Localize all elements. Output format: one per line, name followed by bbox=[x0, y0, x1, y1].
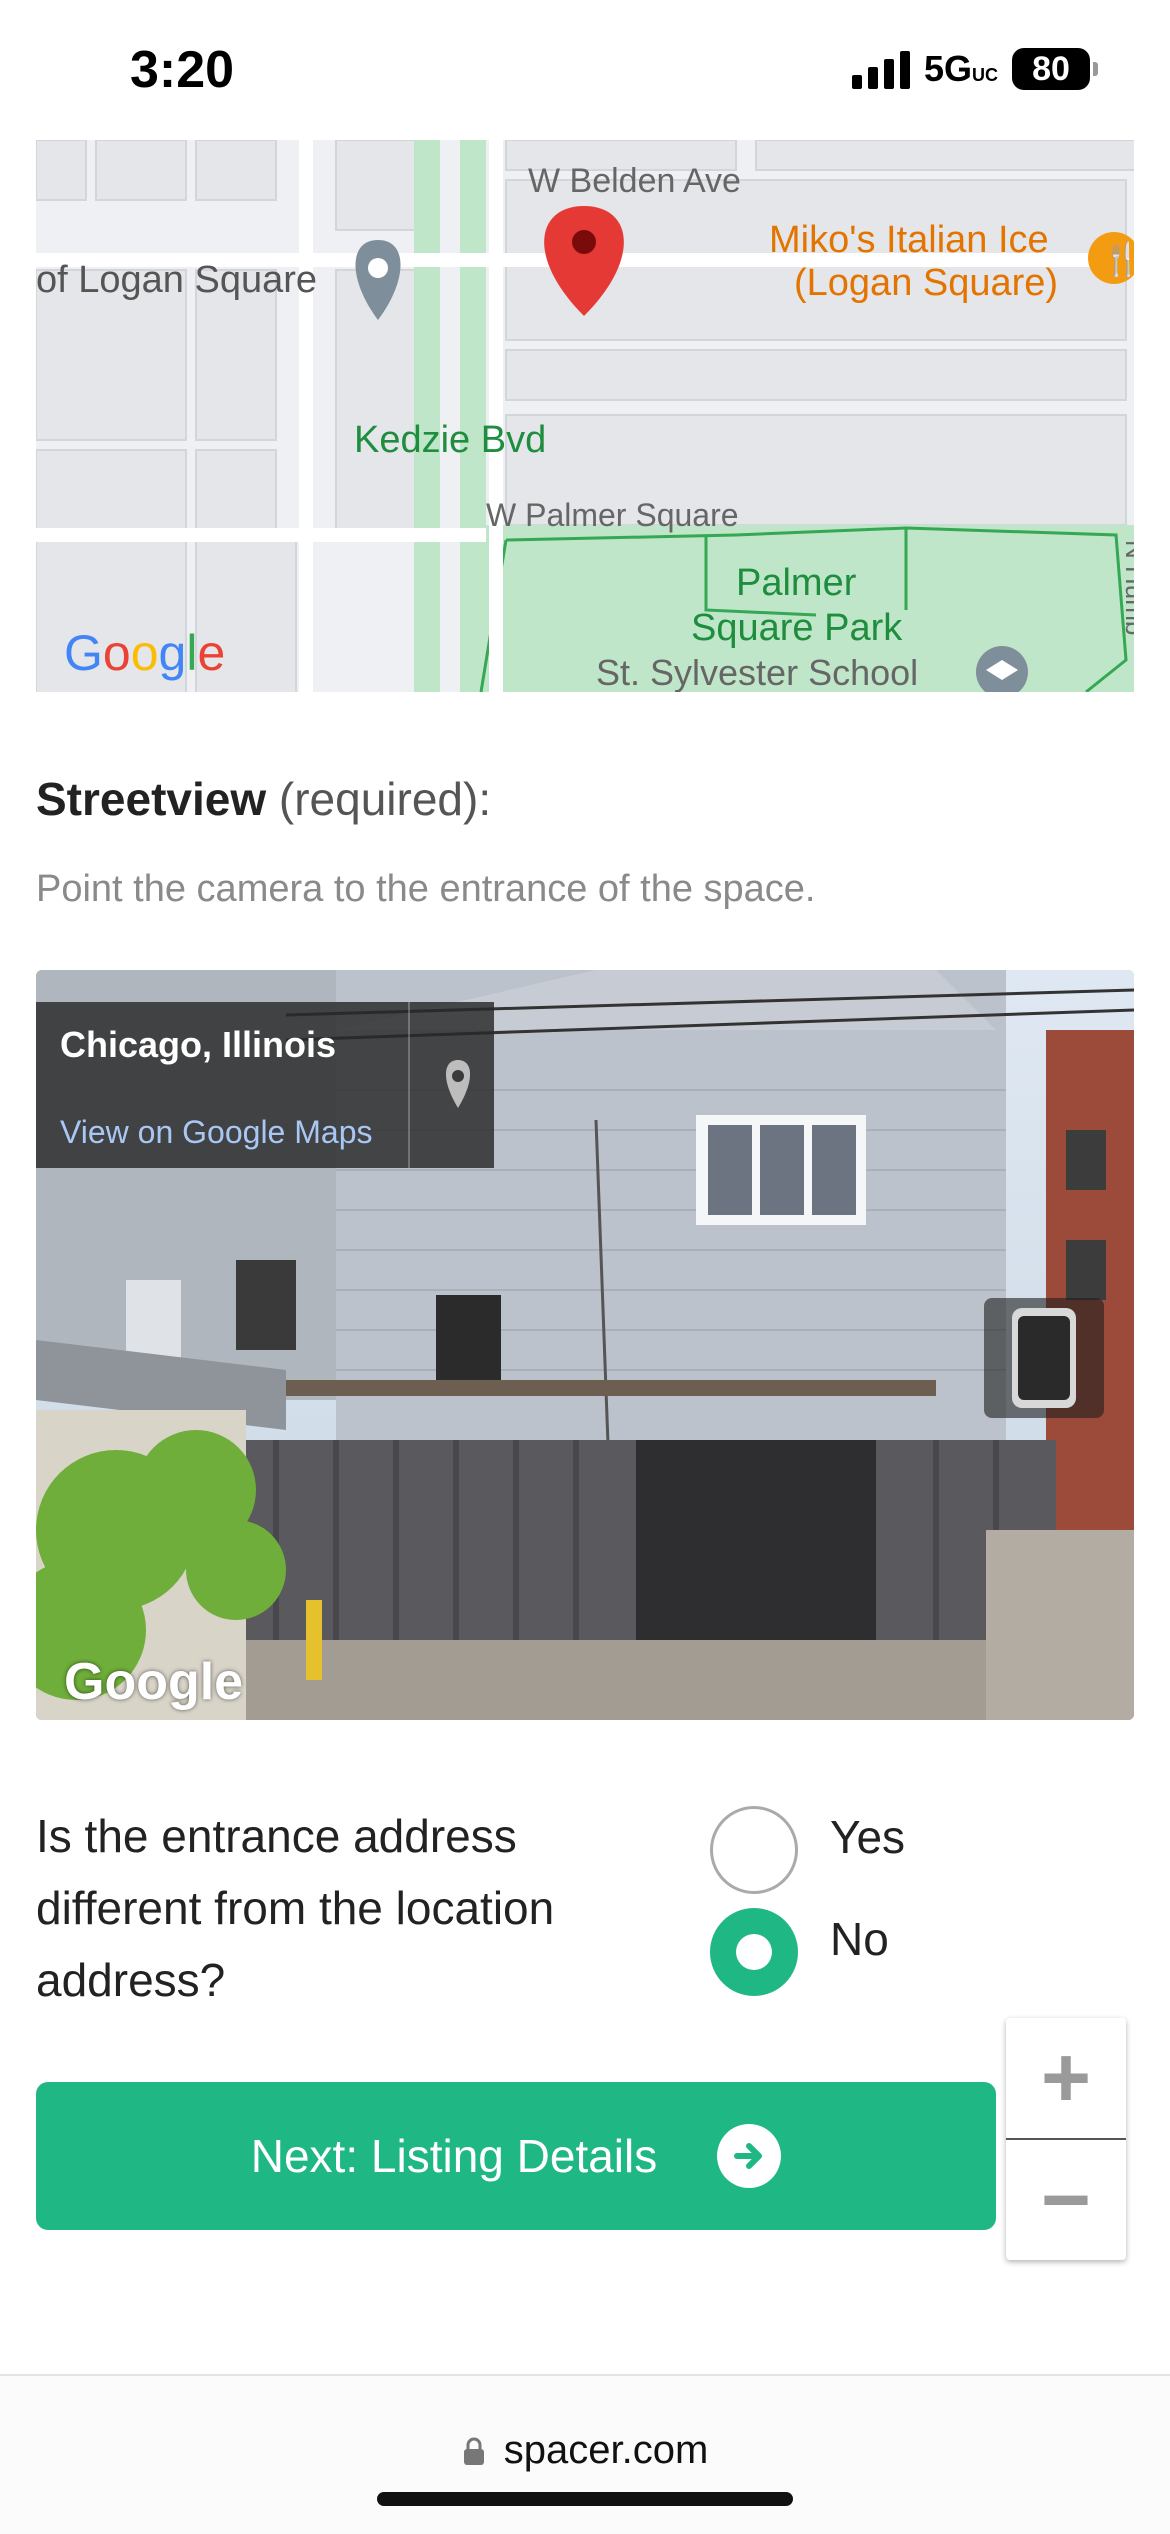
map-label-mikos-2: (Logan Square) bbox=[794, 262, 1058, 304]
map-label-palmer: W Palmer Square bbox=[486, 497, 739, 533]
map-label-kedzie: Kedzie Bvd bbox=[354, 419, 546, 461]
streetview-google-logo: Google bbox=[64, 1653, 244, 1711]
battery-icon: 80 bbox=[1012, 48, 1098, 90]
map-label-park-2: Square Park bbox=[691, 607, 903, 649]
status-indicators: 5GUC 80 bbox=[851, 48, 1098, 90]
radio-no[interactable] bbox=[710, 1908, 798, 1996]
arrow-right-icon bbox=[717, 2124, 782, 2188]
location-map[interactable]: W Belden Ave of Logan Square Kedzie Bvd … bbox=[36, 140, 1134, 692]
streetview-title: Streetview (required): bbox=[36, 773, 492, 825]
radio-yes[interactable] bbox=[710, 1806, 798, 1894]
radio-no-label[interactable]: No bbox=[830, 1912, 889, 1966]
zoom-control: + − bbox=[1006, 2018, 1126, 2260]
map-label-belden: W Belden Ave bbox=[528, 162, 741, 200]
radio-yes-label[interactable]: Yes bbox=[830, 1810, 905, 1864]
lock-icon bbox=[463, 2437, 484, 2465]
entrance-question: Is the entrance address different from t… bbox=[36, 1810, 555, 2006]
map-label-edge: N Humb bbox=[1120, 540, 1134, 635]
map-google-logo: Google bbox=[64, 625, 225, 681]
next-button-label: Next: Listing Details bbox=[250, 2130, 658, 2182]
view-on-google-maps-link[interactable]: View on Google Maps bbox=[60, 1114, 372, 1151]
status-time: 3:20 bbox=[130, 41, 235, 99]
url-text: spacer.com bbox=[503, 2428, 709, 2472]
streetview-hint: Point the camera to the entrance of the … bbox=[36, 868, 816, 910]
zoom-in-button[interactable]: + bbox=[1006, 2018, 1126, 2138]
map-label-mikos-1: Miko's Italian Ice bbox=[769, 219, 1049, 261]
map-label-school: St. Sylvester School bbox=[596, 652, 918, 692]
card-divider bbox=[408, 1002, 410, 1168]
signal-icon bbox=[851, 49, 910, 89]
rotate-device-icon[interactable] bbox=[984, 1298, 1104, 1418]
map-label-park-1: Palmer bbox=[736, 562, 857, 604]
network-label: 5GUC bbox=[923, 48, 998, 89]
browser-url-bar[interactable]: spacer.com bbox=[0, 2374, 1170, 2534]
zoom-out-button[interactable]: − bbox=[1006, 2140, 1126, 2260]
streetview-place: Chicago, Illinois bbox=[60, 1024, 337, 1065]
map-pin-icon[interactable] bbox=[428, 1056, 488, 1116]
next-listing-details-button[interactable]: Next: Listing Details bbox=[36, 2082, 996, 2230]
svg-text:🍴: 🍴 bbox=[1102, 240, 1134, 278]
map-label-logan: of Logan Square bbox=[36, 259, 317, 301]
home-indicator[interactable] bbox=[377, 2492, 793, 2506]
streetview-panorama[interactable]: Chicago, Illinois View on Google Maps Go… bbox=[36, 970, 1134, 1720]
streetview-info-card: Chicago, Illinois View on Google Maps bbox=[36, 1002, 494, 1168]
